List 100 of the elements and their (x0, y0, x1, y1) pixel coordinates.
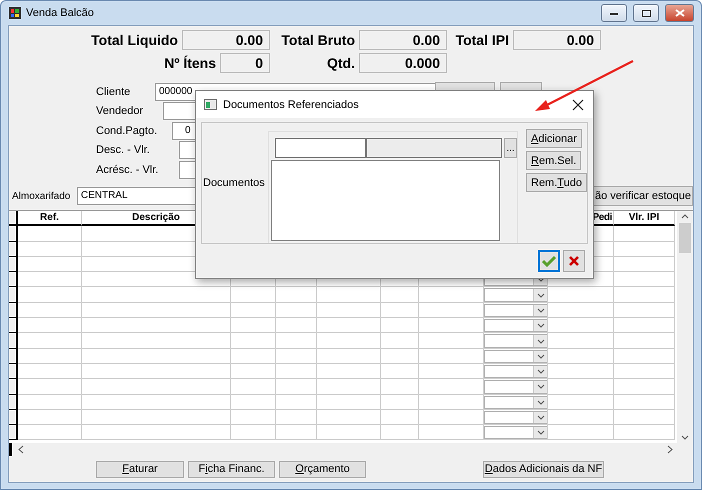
table-cell (317, 287, 381, 303)
documents-list[interactable] (271, 160, 500, 241)
row-indicator[interactable] (9, 226, 18, 242)
table-cell (614, 256, 675, 272)
total-value: 0.00 (359, 30, 447, 50)
row-indicator[interactable] (9, 256, 18, 272)
table-cell (231, 302, 276, 318)
total-value: 0.000 (359, 53, 447, 73)
row-indicator[interactable] (9, 364, 18, 380)
table-cell (276, 364, 317, 380)
table-cell (18, 287, 82, 303)
app-icon (8, 6, 22, 20)
table-cell (231, 333, 276, 349)
table-cell (381, 394, 419, 410)
table-cell (381, 364, 419, 380)
table-cell (317, 302, 381, 318)
chevron-left-icon[interactable] (18, 445, 24, 454)
chevron-right-icon[interactable] (667, 445, 673, 454)
table-cell (614, 364, 675, 380)
table-cell (614, 348, 675, 364)
field-label: Acrésc. - Vlr. (96, 164, 155, 176)
maximize-button[interactable] (633, 4, 659, 22)
table-cell (276, 379, 317, 395)
input-field[interactable] (366, 138, 502, 158)
table-cell (614, 394, 675, 410)
chevron-down-icon (536, 323, 544, 328)
maximize-icon (642, 10, 650, 16)
field-label: Documentos (202, 177, 266, 189)
table-cell (381, 302, 419, 318)
table-cell (614, 272, 675, 288)
row-indicator[interactable] (9, 272, 18, 288)
table-cell (614, 425, 675, 440)
table-cell (18, 318, 82, 334)
row-indicator[interactable] (9, 410, 18, 426)
row-indicator[interactable] (9, 333, 18, 349)
table-cell (614, 410, 675, 426)
column-header[interactable]: Vlr. IPI (614, 211, 675, 226)
row-indicator[interactable] (9, 242, 18, 257)
vertical-scrollbar[interactable] (677, 211, 693, 443)
row-indicator[interactable] (9, 348, 18, 364)
total-value: 0.00 (182, 30, 270, 50)
close-icon[interactable] (571, 98, 585, 112)
table-cell (276, 287, 317, 303)
row-indicator (9, 443, 12, 456)
table-cell (231, 287, 276, 303)
chevron-down-icon (536, 292, 544, 298)
close-button[interactable] (665, 4, 694, 22)
table-cell (276, 425, 317, 440)
table-cell (231, 425, 276, 440)
row-indicator[interactable] (9, 379, 18, 395)
field-label: Cond.Pagto. (96, 124, 155, 137)
dialog-title: Documentos Referenciados (223, 98, 360, 110)
table-cell (231, 410, 276, 426)
cancel-button[interactable] (563, 250, 585, 272)
ok-button[interactable] (538, 250, 560, 272)
table-cell (18, 302, 82, 318)
row-indicator[interactable] (9, 318, 18, 334)
dialog-button[interactable]: Adicionar (526, 129, 582, 148)
action-button[interactable]: Faturar (96, 460, 184, 478)
field-label: Cliente (96, 86, 132, 98)
dialog-button[interactable]: Rem.Sel. (526, 151, 582, 170)
scrollbar-thumb[interactable] (679, 223, 691, 253)
table-cell (276, 394, 317, 410)
row-indicator[interactable] (9, 425, 18, 440)
chevron-down-icon (536, 415, 544, 420)
check-stock-button[interactable]: ão verificar estoque (593, 186, 693, 206)
browse-button[interactable]: ... (504, 138, 517, 158)
row-indicator[interactable] (9, 287, 18, 303)
table-cell (231, 318, 276, 334)
table-cell (381, 348, 419, 364)
action-button[interactable]: Ficha Financ. (188, 460, 275, 478)
dialog-button[interactable]: Rem.Tudo (526, 173, 587, 192)
table-cell (276, 410, 317, 426)
chevron-down-icon (536, 338, 544, 344)
horizontal-scrollbar[interactable] (9, 443, 693, 456)
close-icon (568, 255, 580, 267)
input-field[interactable] (275, 138, 366, 158)
table-cell (317, 318, 381, 334)
table-cell (614, 242, 675, 257)
action-button[interactable]: Orçamento (279, 460, 366, 478)
table-cell (276, 318, 317, 334)
table-cell (18, 410, 82, 426)
table-cell (381, 333, 419, 349)
table-cell (614, 333, 675, 349)
table-cell (614, 302, 675, 318)
minimize-button[interactable] (601, 4, 627, 22)
row-indicator[interactable] (9, 302, 18, 318)
table-cell (231, 348, 276, 364)
table-cell (381, 287, 419, 303)
table-cell (317, 333, 381, 349)
checkmark-icon (542, 255, 556, 267)
chevron-down-icon (536, 400, 544, 405)
row-indicator[interactable] (9, 394, 18, 410)
field-label: Vendedor (96, 105, 144, 118)
table-cell (614, 226, 675, 242)
table-cell (276, 333, 317, 349)
column-header[interactable]: Ref. (18, 211, 82, 226)
window-title: Venda Balcão (26, 7, 95, 19)
total-label: Qtd. (326, 55, 356, 71)
action-button[interactable]: Dados Adicionais da NF (483, 460, 604, 478)
